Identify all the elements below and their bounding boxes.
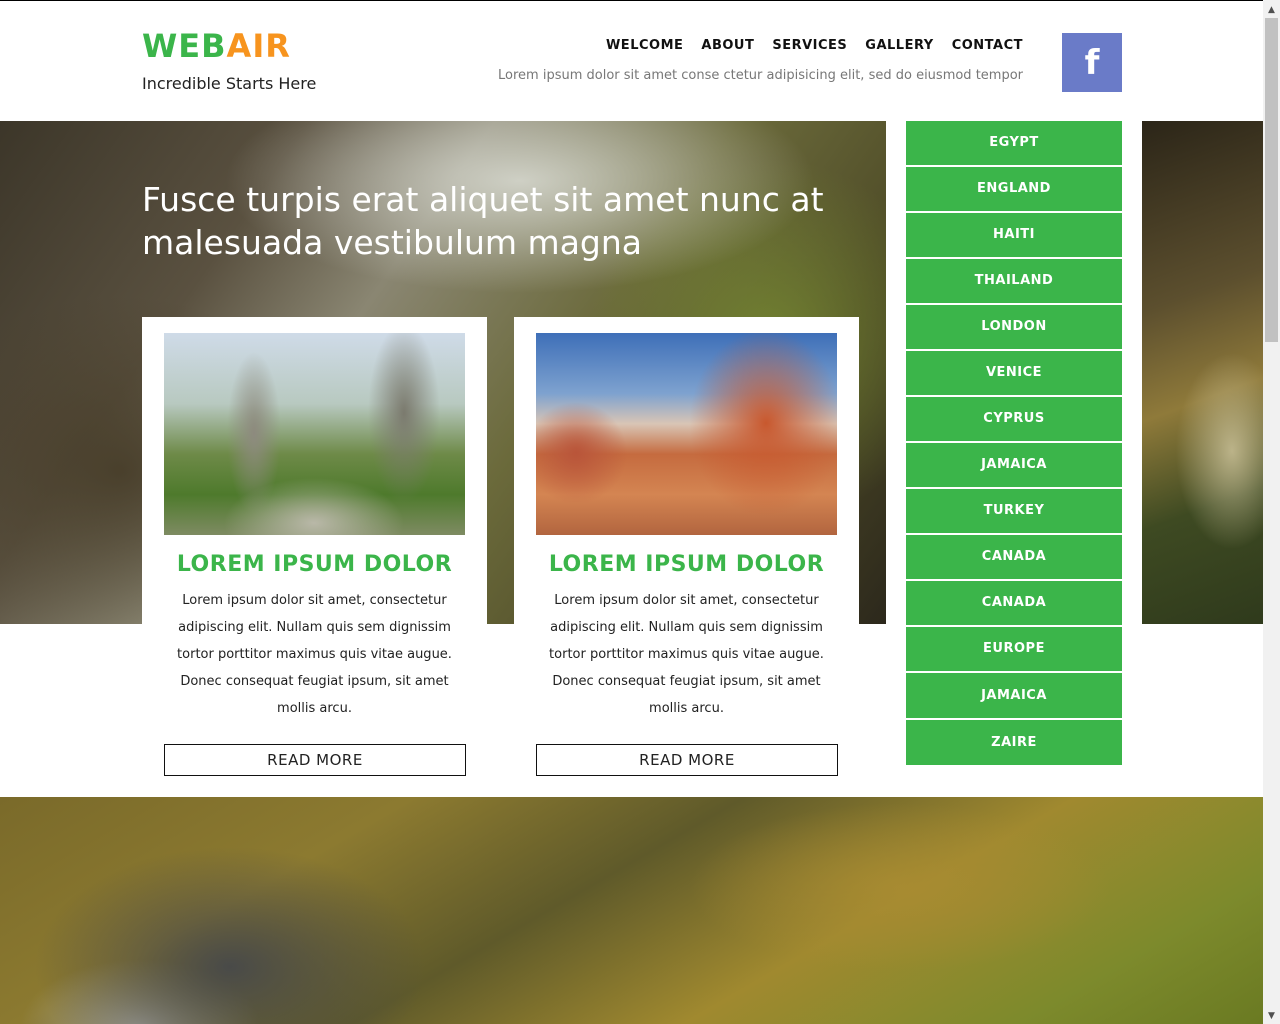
nav-subtext: Lorem ipsum dolor sit amet conse ctetur … [498, 68, 1023, 83]
sidebar-item-zaire[interactable]: ZAIRE [906, 720, 1122, 765]
sidebar-item-jamaica[interactable]: JAMAICA [906, 443, 1122, 487]
facebook-icon: f [1084, 42, 1100, 83]
card-text: Lorem ipsum dolor sit amet, consectetur … [177, 593, 452, 716]
main-nav: WELCOME ABOUT SERVICES GALLERY CONTACT [588, 38, 1023, 53]
card-title: LOREM IPSUM DOLOR [176, 552, 453, 577]
logo-part-web: WEB [142, 27, 227, 65]
card-image-desert-rocks [536, 333, 837, 535]
card-image-rock-formation [164, 333, 465, 535]
nav-gallery[interactable]: GALLERY [865, 38, 933, 53]
nav-contact[interactable]: CONTACT [952, 38, 1023, 53]
sidebar-item-canada-2[interactable]: CANADA [906, 581, 1122, 625]
sidebar-item-canada[interactable]: CANADA [906, 535, 1122, 579]
sidebar-item-england[interactable]: ENGLAND [906, 167, 1122, 211]
card-2: LOREM IPSUM DOLOR Lorem ipsum dolor sit … [514, 317, 859, 777]
site-header: WEBAIR Incredible Starts Here WELCOME AB… [0, 1, 1263, 121]
sidebar-item-haiti[interactable]: HAITI [906, 213, 1122, 257]
card-text: Lorem ipsum dolor sit amet, consectetur … [549, 593, 824, 716]
scroll-down-arrow-icon[interactable]: ▼ [1263, 1007, 1280, 1024]
hero-title: Fusce turpis erat aliquet sit amet nunc … [142, 180, 824, 262]
nav-about[interactable]: ABOUT [701, 38, 754, 53]
logo-part-air: AIR [226, 27, 291, 65]
sidebar-item-egypt[interactable]: EGYPT [906, 121, 1122, 165]
nav-welcome[interactable]: WELCOME [606, 38, 683, 53]
card-title: LOREM IPSUM DOLOR [548, 552, 825, 577]
sidebar-item-cyprus[interactable]: CYPRUS [906, 397, 1122, 441]
vertical-scrollbar[interactable]: ▲ ▼ [1263, 0, 1280, 1024]
sidebar-item-europe[interactable]: EUROPE [906, 627, 1122, 671]
sidebar-item-turkey[interactable]: TURKEY [906, 489, 1122, 533]
hero-banner-right [1142, 121, 1263, 624]
sidebar-item-london[interactable]: LONDON [906, 305, 1122, 349]
scroll-up-arrow-icon[interactable]: ▲ [1263, 1, 1280, 18]
sidebar-item-thailand[interactable]: THAILAND [906, 259, 1122, 303]
logo[interactable]: WEBAIR [142, 27, 291, 65]
nav-services[interactable]: SERVICES [772, 38, 847, 53]
card-1: LOREM IPSUM DOLOR Lorem ipsum dolor sit … [142, 317, 487, 777]
bottom-banner [0, 797, 1263, 1024]
tagline: Incredible Starts Here [142, 74, 317, 93]
sidebar-item-jamaica-2[interactable]: JAMAICA [906, 673, 1122, 718]
country-sidebar: EGYPT ENGLAND HAITI THAILAND LONDON VENI… [906, 121, 1122, 767]
sidebar-item-venice[interactable]: VENICE [906, 351, 1122, 395]
read-more-button[interactable]: READ MORE [536, 744, 838, 776]
read-more-button[interactable]: READ MORE [164, 744, 466, 776]
facebook-button[interactable]: f [1062, 33, 1122, 92]
scrollbar-thumb[interactable] [1265, 18, 1278, 342]
